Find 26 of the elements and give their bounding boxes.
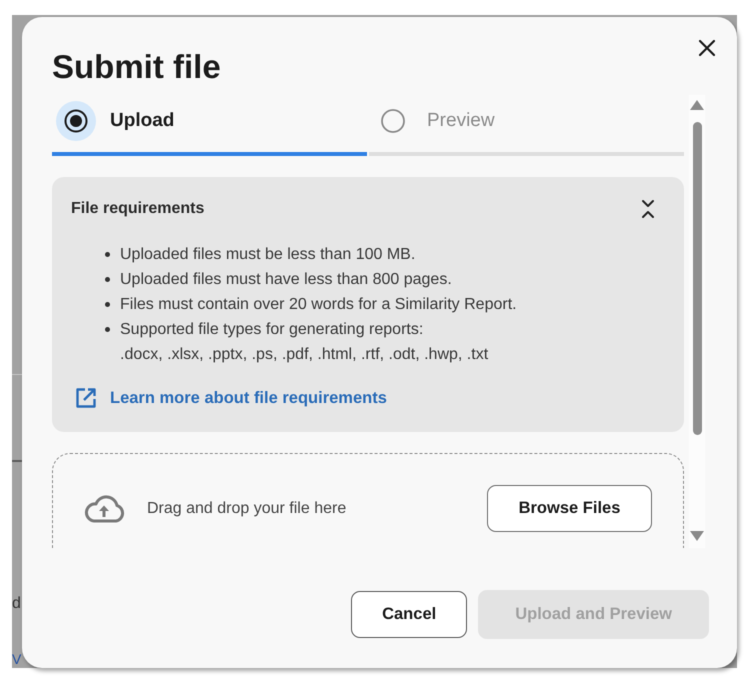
cancel-button[interactable]: Cancel [351, 591, 468, 638]
panel-title: File requirements [71, 199, 204, 219]
bullet-icon [105, 302, 110, 307]
requirement-text: Uploaded files must be less than 100 MB. [120, 245, 416, 265]
radio-icon [381, 109, 405, 133]
bullet-icon [105, 327, 110, 332]
step-tab[interactable]: Upload [52, 95, 367, 156]
learn-more-link[interactable]: Learn more about file requirements [75, 387, 387, 409]
scrollbar[interactable] [689, 95, 705, 548]
collapse-icon[interactable] [641, 199, 655, 219]
background-text: V [12, 650, 22, 668]
requirement-text: Supported file types for generating reports: .docx, .xlsx, .pptx, .ps, .pdf, .html, .rtf, .odt, .hwp, .txt [120, 320, 488, 365]
cloud-upload-icon [82, 495, 126, 523]
requirement-text: Files must contain over 20 words for a Similarity Report. [120, 295, 517, 315]
background-text: d [12, 595, 21, 613]
drop-zone-text: Drag and drop your file here [147, 499, 346, 519]
radio-icon [56, 101, 96, 141]
bullet-icon [105, 277, 110, 282]
browse-files-button[interactable]: Browse Files [487, 485, 652, 532]
dialog-title: Submit file [52, 47, 221, 87]
external-link-icon [75, 387, 97, 409]
bullet-icon [105, 252, 110, 257]
requirement-text: Uploaded files must have less than 800 pages. [120, 270, 452, 290]
scroll-up-icon[interactable] [690, 100, 704, 110]
scrollbar-thumb[interactable] [692, 122, 702, 435]
scroll-down-icon[interactable] [690, 531, 704, 541]
